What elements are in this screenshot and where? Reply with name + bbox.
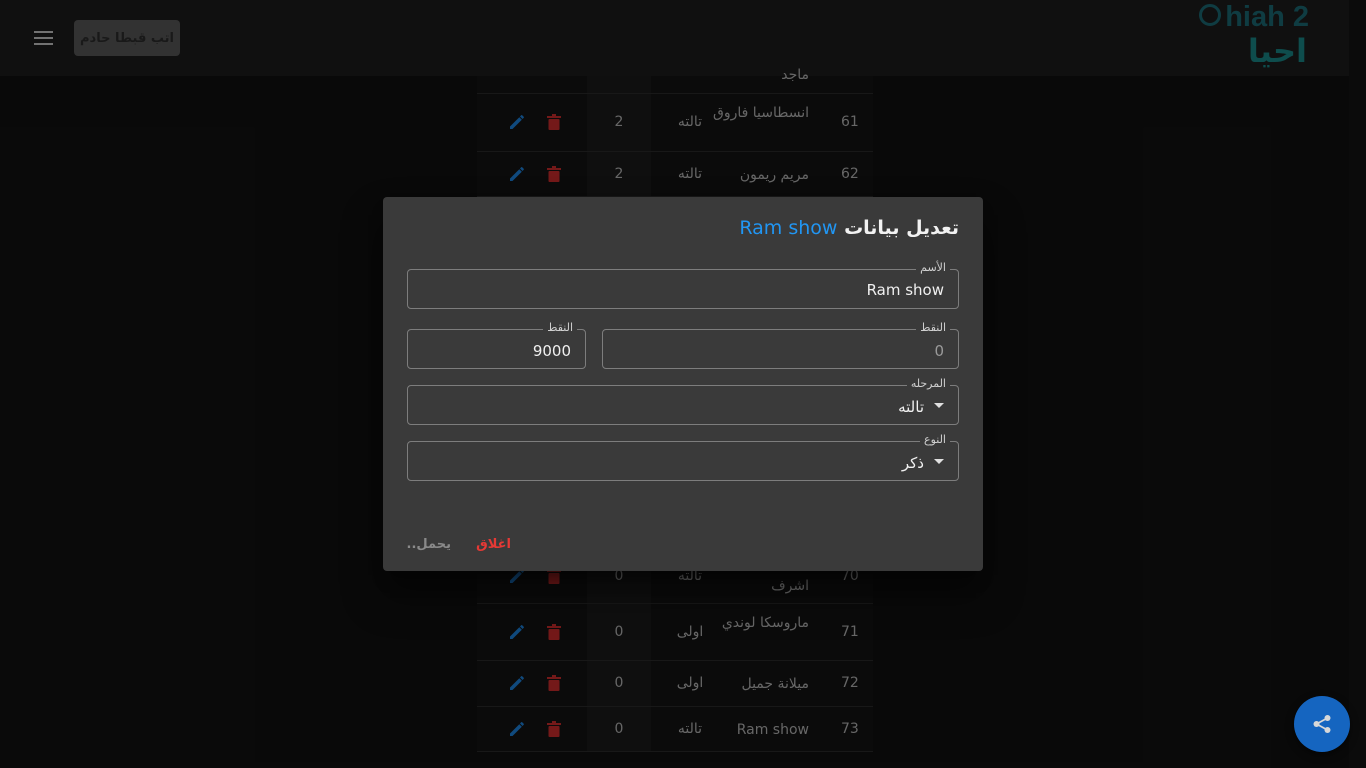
stage-select-value: تالته [898,398,924,416]
name-field[interactable]: الأسم Ram show [407,261,959,309]
edit-member-dialog: تعديل بيانات Ram show الأسم Ram show الن… [383,197,983,571]
stage-select-label: المرحله [906,377,950,391]
stage-select[interactable]: المرحله تالته [407,377,959,425]
dialog-title-prefix: تعديل بيانات [844,217,959,239]
gender-select[interactable]: النوع ذكر [407,433,959,481]
points-field-a[interactable]: النقط 0 [602,321,959,369]
points-field-a-label: النقط [916,321,950,335]
dropdown-arrow-icon[interactable] [934,403,944,408]
points-field-b-value: 9000 [532,342,571,360]
close-button[interactable]: اغلاق [476,537,511,552]
share-icon [1313,715,1331,733]
name-field-value: Ram show [866,281,944,299]
dropdown-arrow-icon[interactable] [934,459,944,464]
points-field-b[interactable]: النقط 9000 [407,321,586,369]
share-button[interactable] [1294,696,1350,752]
points-field-b-label: النقط [543,321,577,335]
dialog-title-name: Ram show [739,217,838,239]
gender-select-label: النوع [920,433,950,447]
points-field-a-value: 0 [934,342,944,360]
name-field-label: الأسم [916,261,950,275]
gender-select-value: ذكر [901,454,924,472]
save-loading-button[interactable]: يحمل.. [407,537,451,552]
dialog-title: تعديل بيانات Ram show [739,217,959,239]
